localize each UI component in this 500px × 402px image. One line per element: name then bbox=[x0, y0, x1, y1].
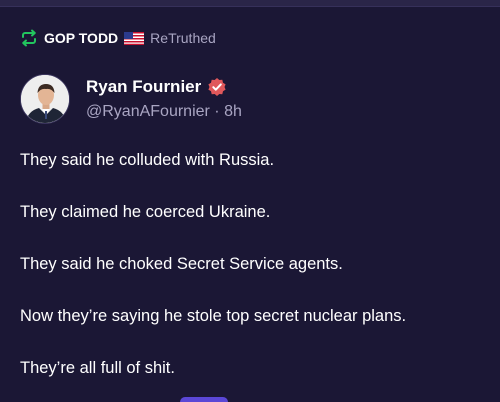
us-flag-icon bbox=[124, 31, 145, 45]
author-handle[interactable]: @RyanAFournier bbox=[86, 103, 210, 120]
partial-action-button[interactable] bbox=[180, 397, 228, 402]
post-line: They claimed he coerced Ukraine. bbox=[20, 203, 271, 221]
meta-separator: · bbox=[214, 103, 220, 120]
post-line: Now they’re saying he stole top secret n… bbox=[20, 307, 407, 325]
author-name[interactable]: Ryan Fournier bbox=[86, 77, 201, 97]
retruth-banner: GOP TODD ReTruthed bbox=[20, 28, 216, 48]
top-divider bbox=[0, 0, 500, 7]
retruth-username[interactable]: GOP TODD bbox=[44, 30, 118, 46]
verified-badge-icon bbox=[207, 77, 227, 97]
retruth-label: ReTruthed bbox=[150, 30, 216, 46]
retruth-arrows-icon bbox=[20, 29, 38, 47]
avatar[interactable] bbox=[20, 74, 70, 124]
post-author: Ryan Fournier @RyanAFournier · 8h bbox=[20, 74, 242, 124]
post-line: They’re all full of shit. bbox=[20, 359, 175, 377]
post-line: They said he choked Secret Service agent… bbox=[20, 255, 343, 273]
avatar-image bbox=[21, 75, 69, 123]
post-line: They said he colluded with Russia. bbox=[20, 151, 275, 169]
post-content: They said he colluded with Russia. They … bbox=[20, 150, 490, 402]
post-time[interactable]: 8h bbox=[224, 103, 242, 120]
